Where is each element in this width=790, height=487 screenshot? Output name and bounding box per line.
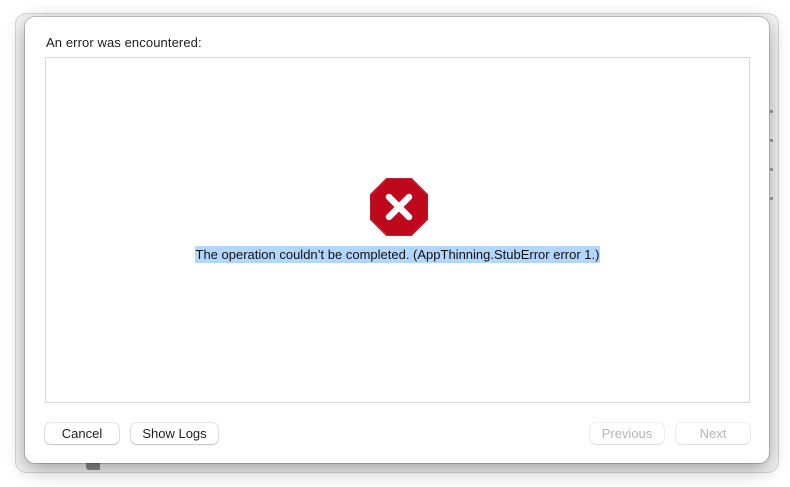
previous-button[interactable]: Previous	[590, 423, 664, 444]
sheet-title: An error was encountered:	[46, 35, 202, 50]
error-content-panel: The operation couldn’t be completed. (Ap…	[45, 57, 750, 403]
error-message[interactable]: The operation couldn’t be completed. (Ap…	[46, 246, 749, 263]
error-icon	[370, 178, 428, 236]
show-logs-button[interactable]: Show Logs	[131, 423, 218, 444]
parent-window-marks	[770, 110, 774, 240]
error-message-text[interactable]: The operation couldn’t be completed. (Ap…	[194, 246, 601, 263]
cancel-button[interactable]: Cancel	[45, 423, 119, 444]
next-button[interactable]: Next	[676, 423, 750, 444]
error-sheet: An error was encountered: The operation …	[25, 17, 769, 463]
